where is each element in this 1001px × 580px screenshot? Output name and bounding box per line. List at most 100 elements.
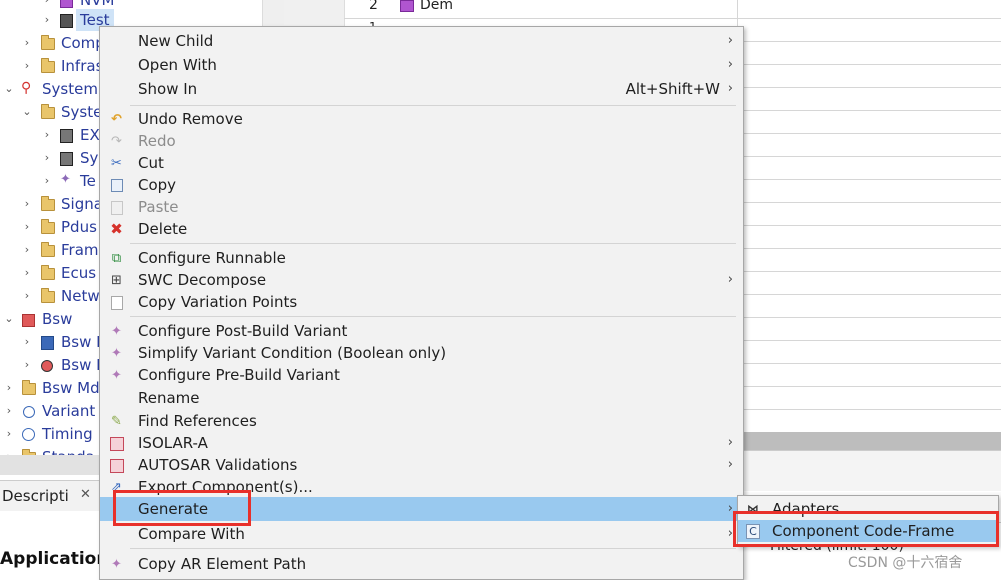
expand-arrow-icon[interactable]: › (22, 331, 32, 353)
expand-arrow-icon[interactable]: › (22, 216, 32, 238)
folder-icon (41, 104, 55, 119)
menu-item-label: Undo Remove (138, 110, 243, 128)
menu-item-configure-runnable[interactable]: ⧉ Configure Runnable (100, 247, 743, 269)
editor-status-area (738, 450, 1001, 491)
menu-item-delete[interactable]: ✖ Delete (100, 218, 743, 240)
expand-arrow-icon[interactable]: › (22, 55, 32, 77)
watermark: CSDN @十六宿舍 (848, 555, 963, 571)
menu-item-label: Redo (138, 132, 176, 150)
menu-item-compare-with[interactable]: Compare With › (100, 523, 743, 545)
module-icon (400, 0, 414, 12)
menu-item-label: Find References (138, 412, 257, 430)
expand-arrow-icon[interactable]: › (4, 446, 14, 455)
menu-item-undo-remove[interactable]: ↶ Undo Remove (100, 108, 743, 130)
variant-star-icon: ✦ (111, 346, 122, 361)
tree-item-label: Pdus (61, 218, 97, 236)
menu-item-label: Paste (138, 198, 179, 216)
expand-arrow-icon[interactable]: › (4, 377, 14, 399)
menu-item-simplify-variant-condition[interactable]: ✦ Simplify Variant Condition (Boolean on… (100, 342, 743, 364)
description-tab[interactable]: Descripti ✕ (0, 480, 100, 512)
submenu-arrow-icon: › (727, 272, 733, 287)
folder-icon (22, 380, 36, 395)
menu-item-label: Cut (138, 154, 164, 172)
menu-item-cut[interactable]: ✂ Cut (100, 152, 743, 174)
expand-arrow-icon[interactable]: › (22, 262, 32, 284)
tree-item-label: EX (80, 126, 100, 144)
expand-arrow-icon[interactable]: › (42, 170, 52, 192)
expand-arrow-icon[interactable]: › (22, 32, 32, 54)
tree-item-label: Infras (61, 57, 104, 75)
menu-item-swc-decompose[interactable]: ⊞ SWC Decompose › (100, 269, 743, 291)
copy-icon (111, 179, 123, 192)
expand-arrow-icon[interactable]: › (22, 285, 32, 307)
menu-item-configure-post-build-variant[interactable]: ✦ Configure Post-Build Variant (100, 320, 743, 342)
menu-item-copy-variation-points[interactable]: Copy Variation Points (100, 291, 743, 313)
menu-item-find-references[interactable]: ✎ Find References (100, 410, 743, 432)
runnable-icon: ⧉ (111, 251, 122, 266)
menu-item-label: Copy Variation Points (138, 293, 298, 311)
tree-item-label: System (42, 80, 98, 98)
menu-item-copy[interactable]: Copy (100, 174, 743, 196)
star-icon: ✦ (60, 172, 71, 187)
decompose-icon: ⊞ (111, 273, 122, 288)
collapse-arrow-icon[interactable]: ⌄ (4, 308, 14, 330)
expand-arrow-icon[interactable]: › (4, 423, 14, 445)
editor-horizontal-scrollbar[interactable] (738, 432, 1001, 450)
validation-icon (110, 459, 124, 473)
close-icon[interactable]: ✕ (80, 487, 91, 502)
folder-icon (41, 58, 55, 73)
folder-icon (41, 265, 55, 280)
menu-separator (130, 548, 736, 549)
menu-item-show-in[interactable]: Show In Alt+Shift+W › (100, 78, 743, 100)
redo-icon: ↷ (111, 134, 122, 149)
expand-arrow-icon[interactable]: › (22, 193, 32, 215)
collapse-arrow-icon[interactable]: ⌄ (22, 101, 32, 123)
tree-item-label: Timing (42, 425, 93, 443)
expand-arrow-icon[interactable]: › (42, 124, 52, 146)
menu-item-new-child[interactable]: New Child › (100, 30, 743, 52)
collapse-arrow-icon[interactable]: ⌄ (4, 78, 14, 100)
document-icon (111, 296, 123, 310)
submenu-arrow-icon: › (727, 57, 733, 72)
annotation-box-generate (113, 490, 251, 526)
row-label[interactable]: Dem (420, 0, 453, 13)
menu-item-label: Configure Runnable (138, 249, 286, 267)
grid-line (344, 18, 1001, 19)
submenu-arrow-icon: › (727, 457, 733, 472)
submenu-arrow-icon: › (727, 33, 733, 48)
menu-separator (130, 105, 736, 106)
menu-separator (130, 243, 736, 244)
tree-item-label: Te (80, 172, 96, 190)
folder-icon (41, 242, 55, 257)
component-icon (60, 0, 73, 8)
expand-arrow-icon[interactable]: › (22, 354, 32, 376)
paste-icon (111, 201, 123, 215)
folder-icon (41, 196, 55, 211)
expand-arrow-icon[interactable]: › (42, 147, 52, 169)
folder-icon (41, 219, 55, 234)
menu-item-label: Configure Post-Build Variant (138, 322, 348, 340)
menu-item-label: ISOLAR-A (138, 434, 208, 452)
expand-arrow-icon[interactable]: › (42, 9, 52, 31)
tree-item-label: Variant (42, 402, 96, 420)
expand-arrow-icon[interactable]: › (22, 239, 32, 261)
menu-item-rename[interactable]: Rename (100, 387, 743, 409)
menu-item-autosar-validations[interactable]: AUTOSAR Validations › (100, 454, 743, 476)
tree-item-label: Standa (42, 446, 95, 455)
annotation-box-code-frame (733, 511, 999, 547)
menu-item-open-with[interactable]: Open With › (100, 54, 743, 76)
menu-item-label: Configure Pre-Build Variant (138, 366, 340, 384)
timing-icon (22, 428, 35, 441)
menu-item-isolar-a[interactable]: ISOLAR-A › (100, 432, 743, 454)
description-tab-label: Descripti (2, 487, 69, 505)
variant-star-icon: ✦ (111, 324, 122, 339)
tree-item-label: Netw (61, 287, 100, 305)
menu-item-copy-ar-element-path[interactable]: ✦ Copy AR Element Path (100, 553, 743, 575)
tree-item-label: Signa (61, 195, 103, 213)
expand-arrow-icon[interactable]: › (4, 400, 14, 422)
component-icon (60, 152, 73, 166)
menu-item-configure-pre-build-variant[interactable]: ✦ Configure Pre-Build Variant (100, 364, 743, 386)
menu-separator (130, 316, 736, 317)
component-icon (60, 129, 73, 143)
path-icon: ✦ (111, 557, 122, 572)
